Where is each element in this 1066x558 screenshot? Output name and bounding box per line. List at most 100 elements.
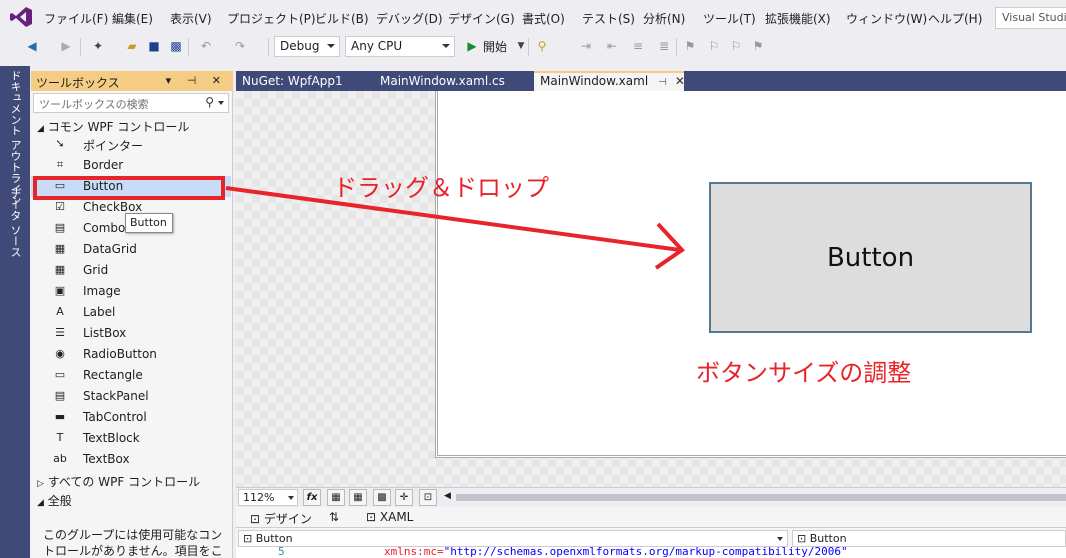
separator [268,38,269,56]
code-text: xmlns:mc="http://schemas.openxmlformats.… [384,547,848,558]
view-tabs: ⊡ デザイン ⇅ ⊡ XAML [236,507,1066,527]
new-project-icon[interactable]: ✦ [90,38,106,54]
snap-grid-icon[interactable]: ▦ [349,489,367,506]
toolbox-item[interactable]: T TextBlock [31,428,231,449]
xaml-tab-icon: ⊡ [366,510,377,524]
horizontal-scrollbar[interactable] [456,494,1066,501]
toolbox-item[interactable]: ◉ RadioButton [31,344,231,365]
toolbox-item[interactable]: A Label [31,302,231,323]
resize-annotation: ボタンサイズの調整 [696,359,912,387]
document-outline-tab[interactable]: ドキュメント アウトライン [7,70,23,206]
fx-button[interactable]: fx [303,489,321,506]
indent-icon[interactable]: ⇤ [604,38,620,54]
snap-lines-icon[interactable]: ✛ [395,489,413,506]
menu-project[interactable]: プロジェクト(P) [227,10,316,27]
toolbox-item[interactable]: ▤ StackPanel [31,386,231,407]
menu-debug[interactable]: デバッグ(D) [376,10,443,27]
tab-nuget[interactable]: NuGet: WpfApp1 [236,71,349,91]
toolbox-item[interactable]: ➘ ポインター [31,134,231,155]
save-all-icon[interactable]: ▩ [168,38,184,54]
tab-design[interactable]: ⊡ デザイン [250,510,312,527]
xaml-editor[interactable]: 5 xmlns:mc="http://schemas.openxmlformat… [236,547,1066,558]
code-attr: xmlns:mc= [384,547,444,558]
toolbox-item[interactable]: ab TextBox [31,449,231,470]
data-sources-tab[interactable]: データ ソース [7,188,23,258]
toolbox-header: ツールボックス ▾ ⊣ ✕ [31,71,233,91]
tab-mainwindow-cs[interactable]: MainWindow.xaml.cs [374,71,511,91]
toolbox-item-label: Label [83,305,116,319]
zoom-select[interactable]: 112% [238,489,298,506]
start-dropdown-icon[interactable]: ▼ [513,38,529,54]
empty-group-text: このグループには使用可能なコントロールがありません。項目をこのテキスト上 [43,528,223,558]
menu-file[interactable]: ファイル(F) [44,10,108,27]
menu-help[interactable]: ヘルプ(H) [928,10,982,27]
artboard-bg-icon[interactable]: ▩ [373,489,391,506]
tab-xaml[interactable]: ⊡ XAML [366,510,413,524]
menu-build[interactable]: ビルド(B) [315,10,369,27]
chevron-down-icon[interactable] [218,101,224,105]
comment-icon[interactable]: ≡ [630,38,646,54]
search-input[interactable]: Visual Studio [995,7,1066,29]
menu-test[interactable]: テスト(S) [582,10,635,27]
open-icon[interactable]: ▰ [124,38,140,54]
element-select-left[interactable]: ⊡ Button [238,530,788,547]
undo-icon[interactable]: ↶ [198,38,214,54]
redo-icon[interactable]: ↷ [232,38,248,54]
bookmark-clear-icon[interactable]: ⚑ [750,38,766,54]
grid-icon: ▦ [54,263,66,276]
toolbox-item[interactable]: ⌗ Border [31,155,231,176]
toolbox-item[interactable]: ▦ Grid [31,260,231,281]
side-tab-strip: ドキュメント アウトライン データ ソース [0,66,30,558]
bookmark-icon[interactable]: ⚑ [682,38,698,54]
stackpanel-icon: ▤ [54,389,66,402]
menu-window[interactable]: ウィンドウ(W) [846,10,927,27]
save-icon[interactable]: ■ [146,38,162,54]
bookmark-prev-icon[interactable]: ⚐ [706,38,722,54]
configuration-select[interactable]: Debug [274,36,340,57]
pin-icon[interactable]: ⊣ [658,77,667,88]
section-common-label: コモン WPF コントロール [47,120,190,134]
toolbox-search-input[interactable]: ツールボックスの検索 ⚲ [33,93,229,113]
project-code-icon[interactable]: ⊡ [419,489,437,506]
back-icon[interactable]: ◀ [24,38,40,54]
section-all-label: すべての WPF コントロール [47,475,201,489]
menu-edit[interactable]: 編集(E) [112,10,153,27]
section-all-wpf[interactable]: ▷ すべての WPF コントロール [37,473,200,490]
tab-mainwindow-cs-label: MainWindow.xaml.cs [380,74,505,88]
close-icon[interactable]: ✕ [675,74,685,88]
toolbox-item[interactable]: ▦ DataGrid [31,239,231,260]
find-icon[interactable]: ⚲ [534,38,550,54]
element-left-value: Button [255,532,293,545]
section-general[interactable]: ◢ 全般 [37,492,72,509]
scroll-left-icon[interactable]: ◀ [444,491,451,501]
designer-button-control[interactable]: Button [709,182,1032,333]
start-icon[interactable]: ▶ [464,38,480,54]
search-icon[interactable]: ⚲ [205,95,214,109]
section-common-wpf[interactable]: ◢ コモン WPF コントロール [37,118,189,135]
uncomment-icon[interactable]: ≣ [656,38,672,54]
toolbox-title: ツールボックス [36,76,120,90]
toolbox-item[interactable]: ▬ TabControl [31,407,231,428]
grid-toggle-icon[interactable]: ▦ [327,489,345,506]
toolbox-item[interactable]: ▭ Rectangle [31,365,231,386]
menu-view[interactable]: 表示(V) [170,10,212,27]
panel-controls[interactable]: ▾ ⊣ ✕ [166,74,227,87]
tab-mainwindow-xaml[interactable]: MainWindow.xaml ⊣ ✕ [534,71,685,91]
forward-icon[interactable]: ▶ [58,38,74,54]
menu-analyze[interactable]: 分析(N) [643,10,685,27]
start-button[interactable]: 開始 [483,38,507,55]
collapsed-triangle-icon: ▷ [37,479,44,489]
toolbox-item[interactable]: ☰ ListBox [31,323,231,344]
menu-format[interactable]: 書式(O) [522,10,565,27]
step-icon[interactable]: ⇥ [578,38,594,54]
bookmark-next-icon[interactable]: ⚐ [728,38,744,54]
swap-panes-button[interactable]: ⇅ [329,510,339,524]
toolbox-item[interactable]: ▣ Image [31,281,231,302]
visual-studio-logo-icon[interactable] [9,6,33,28]
menu-extensions[interactable]: 拡張機能(X) [765,10,831,27]
menu-design[interactable]: デザイン(G) [448,10,515,27]
element-select-right[interactable]: ⊡ Button [792,530,1066,547]
toolbox-item-label: Grid [83,263,109,277]
menu-tools[interactable]: ツール(T) [703,10,756,27]
platform-select[interactable]: Any CPU [345,36,455,57]
